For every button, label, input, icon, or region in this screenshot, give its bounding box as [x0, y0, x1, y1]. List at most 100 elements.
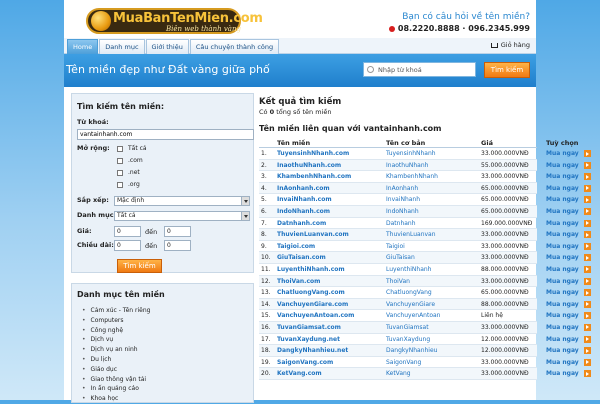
buy-now-link[interactable]: Mua ngay	[546, 266, 579, 273]
arrow-right-icon[interactable]	[584, 323, 591, 331]
buy-now-link[interactable]: Mua ngay	[546, 231, 579, 238]
buy-now-link[interactable]: Mua ngay	[546, 208, 579, 215]
buy-now-link[interactable]: Mua ngay	[546, 324, 579, 331]
domain-link[interactable]: ThuvienLuanvan.com	[277, 231, 349, 238]
domain-link[interactable]: Datnhanh.com	[277, 220, 326, 227]
price-to-input[interactable]: 0	[164, 226, 191, 237]
checkbox[interactable]	[117, 157, 123, 164]
domain-link[interactable]: VanchuyenGiare.com	[277, 301, 348, 308]
base-name-link[interactable]: SaigonVang	[386, 359, 421, 366]
arrow-right-icon[interactable]	[584, 335, 591, 343]
nav-tab-2[interactable]: Giới thiệu	[145, 39, 189, 54]
base-name-link[interactable]: LuyenthiNhanh	[386, 266, 431, 273]
arrow-right-icon[interactable]	[584, 207, 591, 215]
domain-link[interactable]: KhambenhNhanh.com	[277, 173, 351, 180]
base-name-link[interactable]: InaothuNhanh	[386, 162, 428, 169]
domain-link[interactable]: Taigioi.com	[277, 243, 315, 250]
arrow-right-icon[interactable]	[584, 265, 591, 273]
site-logo[interactable]: MuaBanTenMien.com Biên web thành vàng	[86, 8, 263, 34]
domain-link[interactable]: InaothuNhanh.com	[277, 162, 341, 169]
sort-select[interactable]: Mặc định	[114, 196, 250, 206]
category-item[interactable]: Cảm xúc - Tên riêng	[82, 306, 151, 316]
header-search-button[interactable]: Tìm kiếm	[484, 62, 530, 78]
length-to-input[interactable]: 0	[164, 240, 191, 251]
arrow-right-icon[interactable]	[584, 150, 591, 157]
extension-checkbox-0[interactable]: Tất cả	[117, 145, 147, 152]
help-link[interactable]: Bạn có câu hỏi về tên miền?	[402, 12, 530, 22]
arrow-right-icon[interactable]	[584, 289, 591, 297]
length-from-input[interactable]: 0	[114, 240, 141, 251]
base-name-link[interactable]: ChatluongVang	[386, 289, 432, 296]
keyword-input[interactable]	[77, 129, 254, 140]
base-name-link[interactable]: GiuTaisan	[386, 254, 415, 261]
base-name-link[interactable]: ThoiVan	[386, 278, 410, 285]
arrow-right-icon[interactable]	[584, 242, 591, 250]
domain-link[interactable]: VanchuyenAntoan.com	[277, 312, 354, 319]
nav-tab-3[interactable]: Câu chuyện thành công	[189, 39, 280, 54]
extension-checkbox-1[interactable]: .com	[117, 157, 143, 164]
category-item[interactable]: Khoa học	[82, 394, 150, 404]
category-item[interactable]: Giao thông vận tải	[82, 375, 150, 385]
base-name-link[interactable]: Taigioi	[386, 243, 405, 250]
category-item[interactable]: Giáo dục	[82, 365, 150, 375]
arrow-right-icon[interactable]	[584, 219, 591, 227]
domain-link[interactable]: InAonhanh.com	[277, 185, 330, 192]
domain-link[interactable]: LuyenthiNhanh.com	[277, 266, 345, 273]
cart-link[interactable]: Giỏ hàng	[490, 41, 530, 49]
search-button[interactable]: Tìm kiếm	[117, 259, 162, 273]
checkbox[interactable]	[117, 145, 123, 152]
base-name-link[interactable]: TuyensinhNhanh	[386, 150, 436, 157]
extension-checkbox-2[interactable]: .net	[117, 169, 140, 176]
arrow-right-icon[interactable]	[584, 347, 591, 355]
domain-link[interactable]: DangkyNhanhieu.net	[277, 347, 348, 354]
category-item[interactable]: Dịch vụ an ninh	[82, 345, 150, 355]
arrow-right-icon[interactable]	[584, 184, 591, 192]
arrow-right-icon[interactable]	[584, 300, 591, 308]
base-name-link[interactable]: VanchuyenGiare	[386, 301, 435, 308]
arrow-right-icon[interactable]	[584, 277, 591, 285]
domain-link[interactable]: IndoNhanh.com	[277, 208, 330, 215]
buy-now-link[interactable]: Mua ngay	[546, 162, 579, 169]
base-name-link[interactable]: KetVang	[386, 370, 411, 377]
base-name-link[interactable]: Datnhanh	[386, 220, 416, 227]
buy-now-link[interactable]: Mua ngay	[546, 312, 579, 319]
buy-now-link[interactable]: Mua ngay	[546, 359, 579, 366]
arrow-right-icon[interactable]	[584, 312, 591, 320]
buy-now-link[interactable]: Mua ngay	[546, 347, 579, 354]
nav-tab-0[interactable]: Home	[67, 39, 99, 54]
base-name-link[interactable]: TuvanGiamsat	[386, 324, 429, 331]
domain-link[interactable]: KetVang.com	[277, 370, 322, 377]
domain-link[interactable]: ThoiVan.com	[277, 278, 320, 285]
domain-link[interactable]: SaigonVang.com	[277, 359, 333, 366]
checkbox[interactable]	[117, 169, 123, 176]
buy-now-link[interactable]: Mua ngay	[546, 289, 579, 296]
category-item[interactable]: Công nghệ	[82, 326, 150, 336]
buy-now-link[interactable]: Mua ngay	[546, 196, 579, 203]
arrow-right-icon[interactable]	[584, 370, 591, 378]
domain-link[interactable]: TuvanGiamsat.com	[277, 324, 341, 331]
buy-now-link[interactable]: Mua ngay	[546, 185, 579, 192]
domain-link[interactable]: GiuTaisan.com	[277, 254, 326, 261]
buy-now-link[interactable]: Mua ngay	[546, 220, 579, 227]
buy-now-link[interactable]: Mua ngay	[546, 254, 579, 261]
base-name-link[interactable]: IndoNhanh	[386, 208, 419, 215]
base-name-link[interactable]: InvaiNhanh	[386, 196, 420, 203]
arrow-right-icon[interactable]	[584, 196, 591, 204]
category-item[interactable]: Computers	[82, 316, 150, 326]
header-search-input[interactable]	[378, 64, 473, 75]
buy-now-link[interactable]: Mua ngay	[546, 150, 579, 157]
buy-now-link[interactable]: Mua ngay	[546, 301, 579, 308]
arrow-right-icon[interactable]	[584, 254, 591, 262]
category-item[interactable]: In ấn quảng cáo	[82, 384, 150, 394]
category-select[interactable]: Tất cả	[114, 211, 250, 221]
checkbox[interactable]	[117, 181, 123, 188]
buy-now-link[interactable]: Mua ngay	[546, 243, 579, 250]
base-name-link[interactable]: TuvanXaydung	[386, 336, 430, 343]
domain-link[interactable]: ChatluongVang.com	[277, 289, 345, 296]
arrow-right-icon[interactable]	[584, 161, 591, 169]
nav-tab-1[interactable]: Danh mục	[99, 39, 145, 54]
arrow-right-icon[interactable]	[584, 173, 591, 181]
buy-now-link[interactable]: Mua ngay	[546, 336, 579, 343]
base-name-link[interactable]: VanchuyenAntoan	[386, 312, 440, 319]
buy-now-link[interactable]: Mua ngay	[546, 173, 579, 180]
